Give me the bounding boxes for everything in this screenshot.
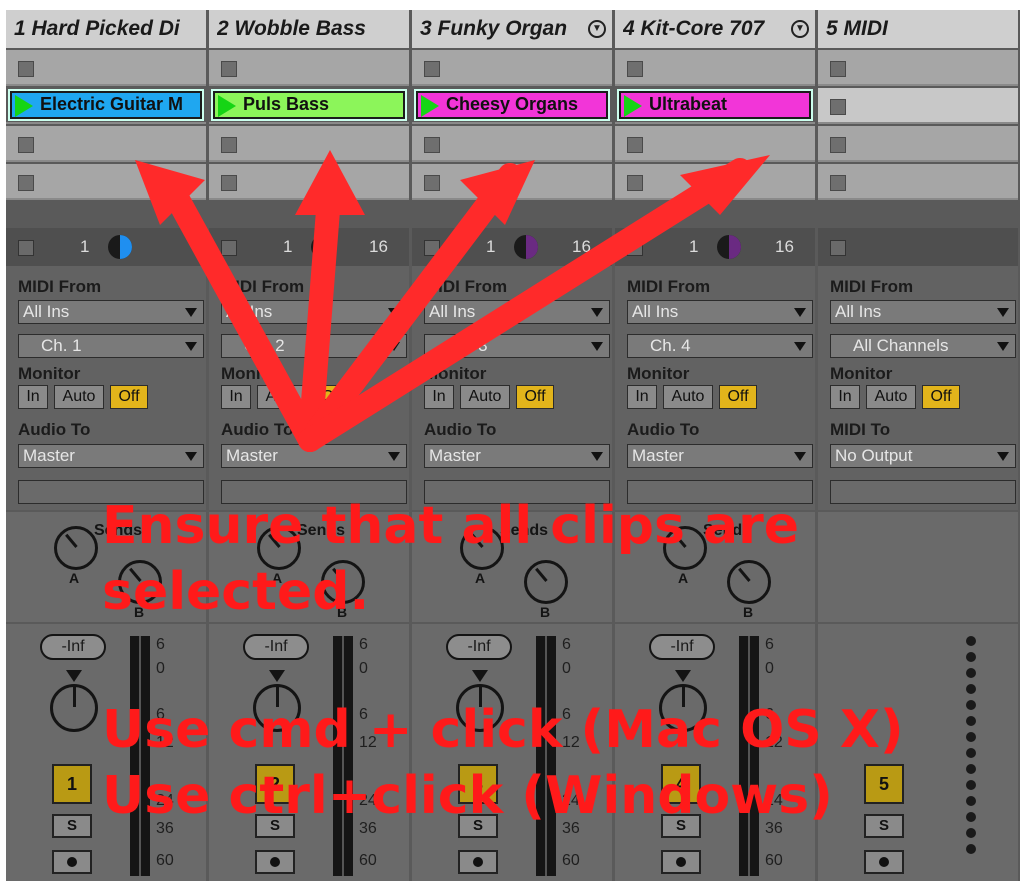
instruction-line-1: Ensure that all clips are [102, 496, 800, 556]
instruction-line-4: Use ctrl+click (Windows) [102, 766, 833, 826]
instruction-line-2: selected. [102, 562, 370, 622]
arrow-to-clip-1 [158, 173, 322, 452]
instruction-line-3: Use cmd + click (Mac OS X) [102, 700, 904, 760]
arrowhead-2 [295, 150, 365, 215]
arrow-to-clip-4 [298, 158, 752, 452]
